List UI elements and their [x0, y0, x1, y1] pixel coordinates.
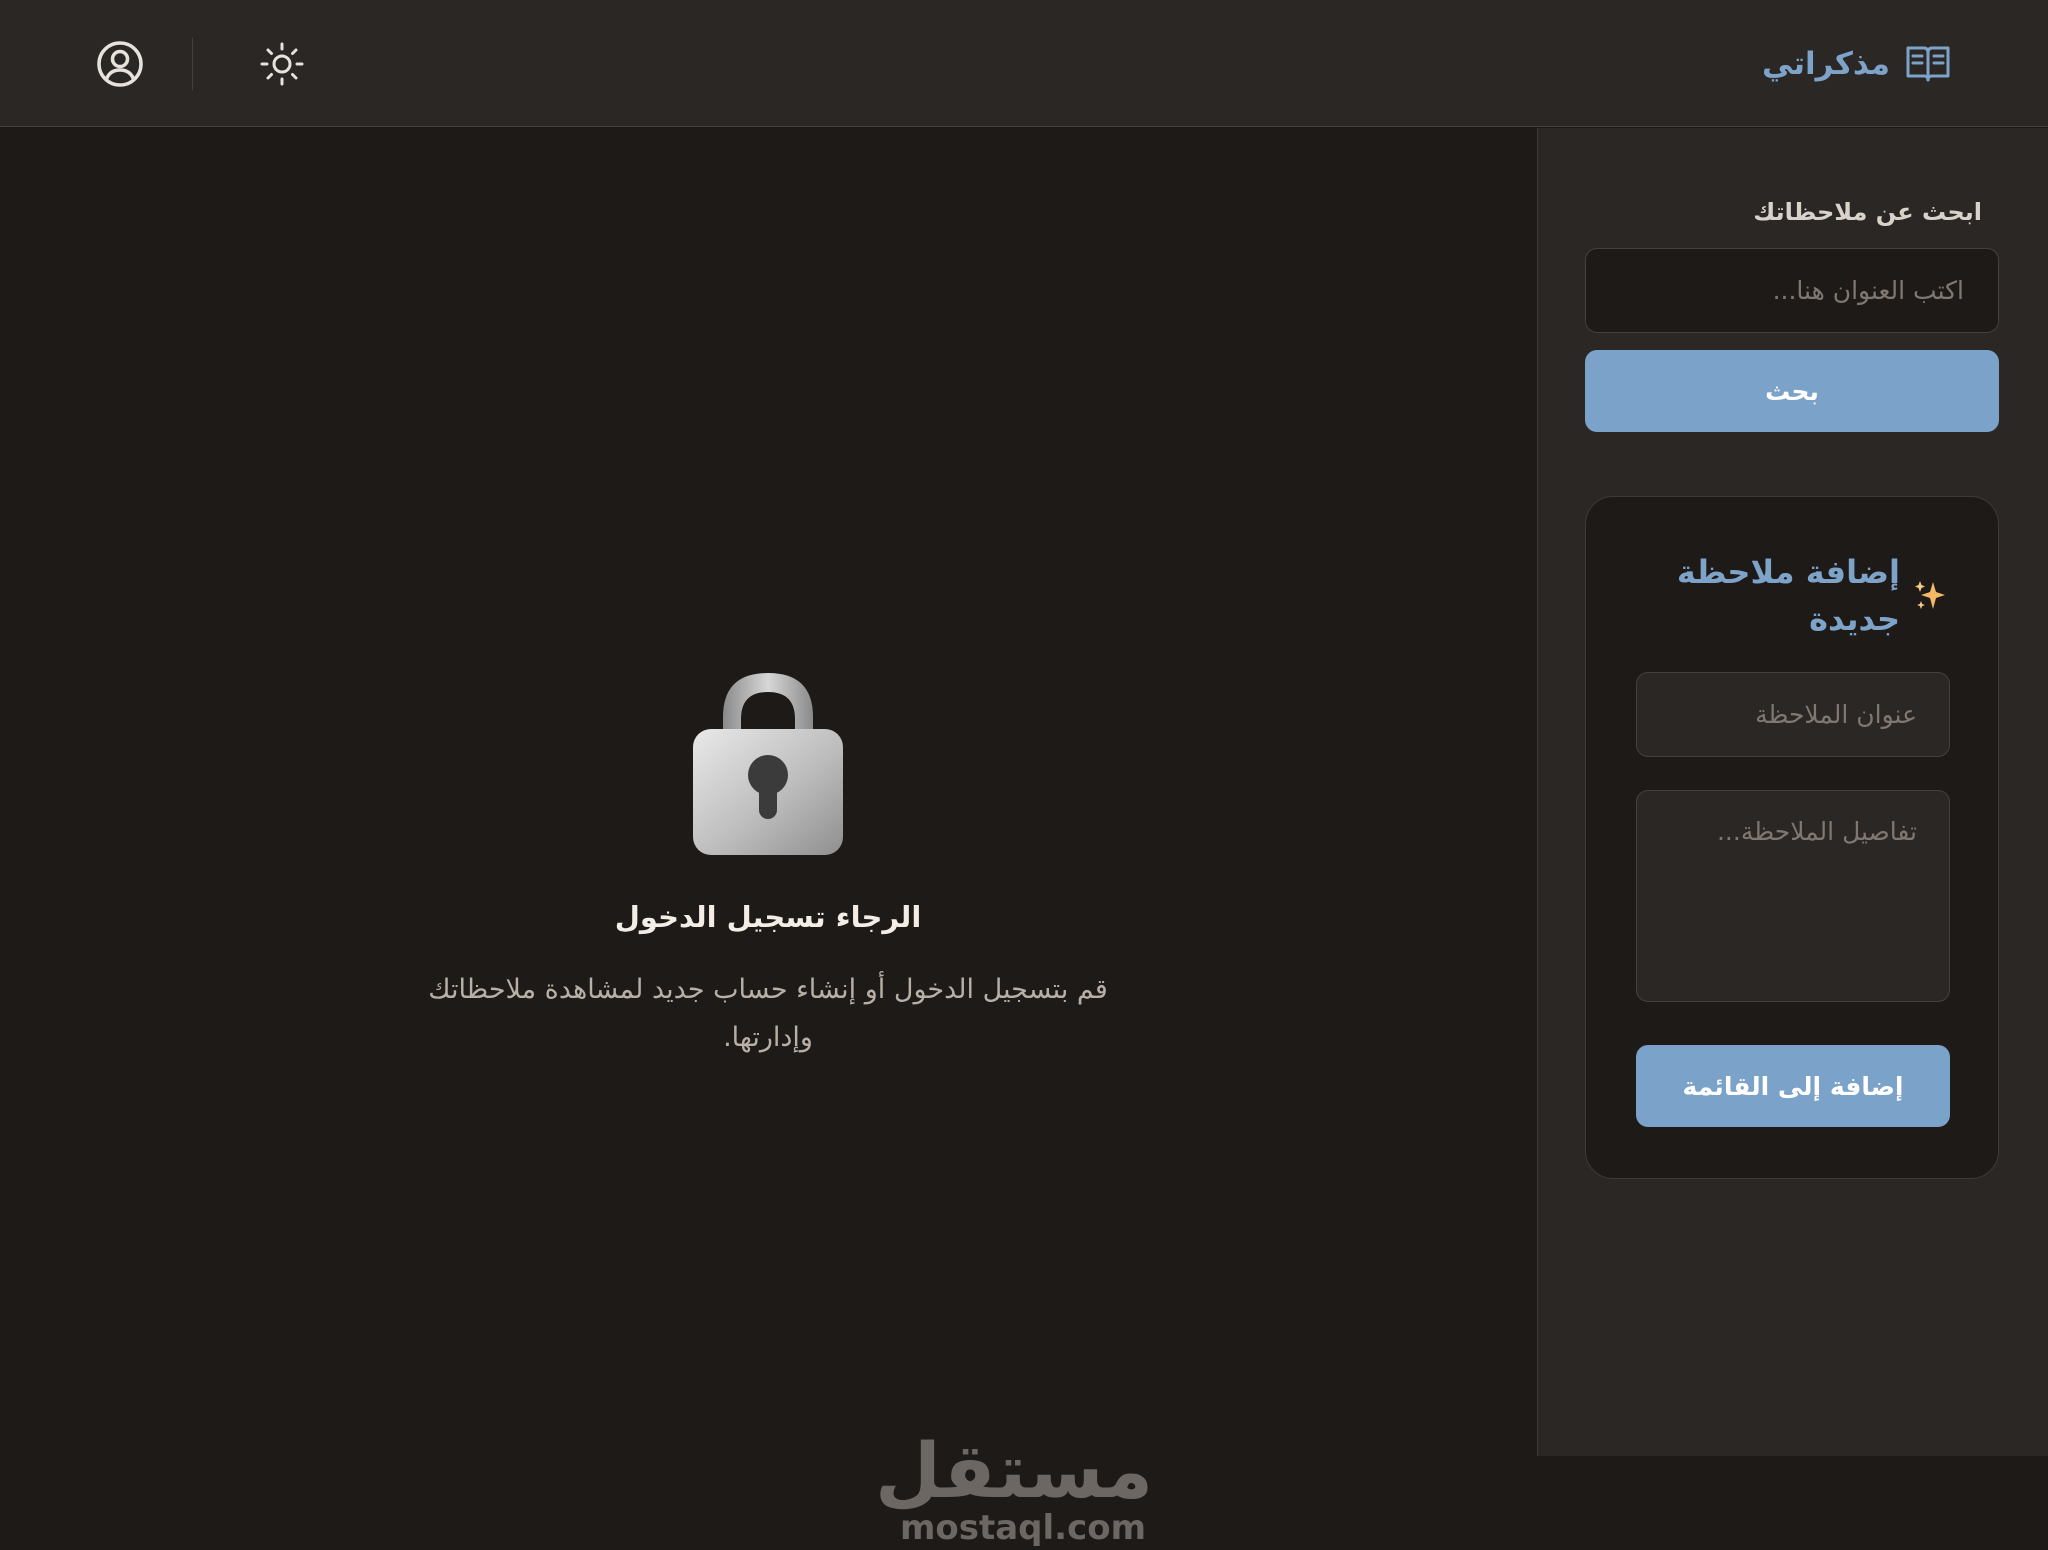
open-book-icon [1906, 46, 1950, 82]
brand-title: مذكراتي [1761, 46, 1890, 82]
sidebar: ابحث عن ملاحظاتك بحث إضافة ملاحظة جديدة … [1537, 128, 2048, 1456]
main-content: الرجاء تسجيل الدخول قم بتسجيل الدخول أو … [0, 128, 1536, 1546]
sun-icon[interactable] [258, 40, 306, 88]
top-navbar: مذكراتي [0, 0, 2048, 127]
watermark: مستقل mostaql.com [875, 1426, 1153, 1550]
watermark-latin: mostaql.com [899, 1508, 1147, 1548]
header-divider [192, 38, 193, 90]
login-required-message: قم بتسجيل الدخول أو إنشاء حساب جديد لمشا… [428, 974, 1108, 1053]
watermark-arabic: مستقل [875, 1426, 1153, 1515]
search-label: ابحث عن ملاحظاتك [1753, 198, 1982, 226]
brand-logo[interactable]: مذكراتي [1762, 38, 1952, 90]
search-button[interactable]: بحث [1585, 350, 1999, 432]
padlock-icon [693, 673, 843, 855]
user-circle-icon[interactable] [96, 40, 144, 88]
note-title-input[interactable] [1636, 672, 1950, 757]
sparkles-icon [1915, 581, 1945, 609]
add-note-title: إضافة ملاحظة جديدة [1676, 553, 1900, 638]
search-input[interactable] [1585, 248, 1999, 333]
note-details-textarea[interactable] [1636, 790, 1950, 1002]
add-note-button[interactable]: إضافة إلى القائمة [1636, 1045, 1950, 1127]
login-required-title: الرجاء تسجيل الدخول [614, 900, 922, 934]
add-note-card: إضافة ملاحظة جديدة إضافة إلى القائمة [1585, 496, 1999, 1179]
